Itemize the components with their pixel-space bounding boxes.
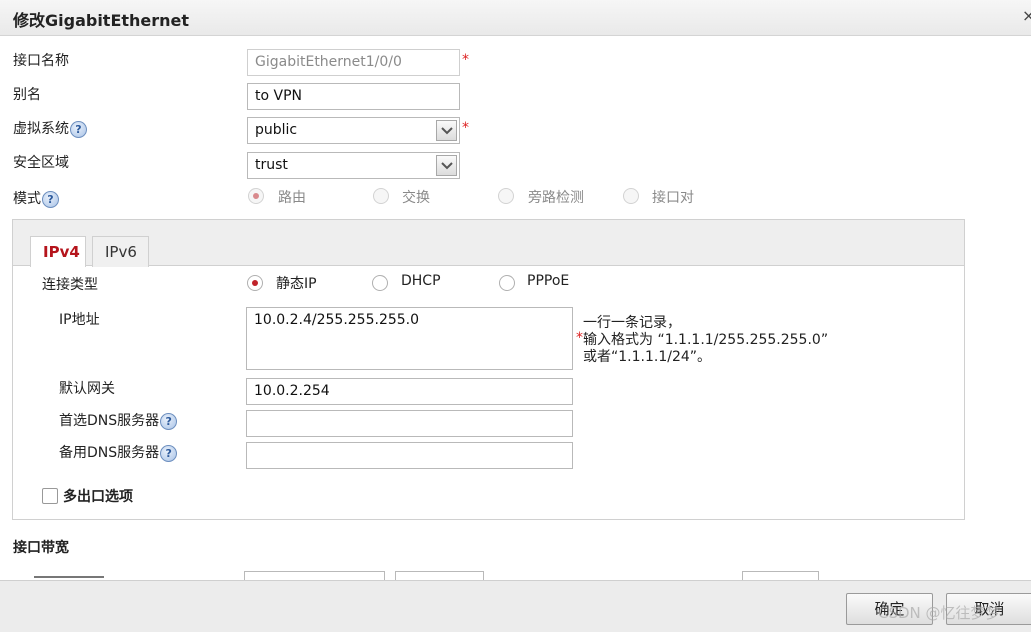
help-icon[interactable]: ?: [70, 120, 87, 138]
zone-select[interactable]: trust: [247, 152, 460, 179]
dialog-body[interactable]: 接口名称 GigabitEthernet1/0/0 * 别名 to VPN 虚拟…: [0, 37, 1031, 580]
dns1-input[interactable]: [246, 410, 573, 437]
ip-settings-panel: IPv4 IPv6 连接类型 静态IP DHCP PPPoE IP地址 10.0…: [12, 219, 965, 520]
chevron-down-icon[interactable]: [436, 155, 457, 176]
help-icon[interactable]: ?: [160, 444, 178, 462]
interface-name-label: 接口名称: [13, 53, 69, 69]
mode-option-switch: 交换: [402, 190, 430, 206]
dns1-label-text: 首选DNS服务器: [59, 413, 160, 429]
ip-hint-line1: 一行一条记录，: [583, 315, 681, 331]
zone-select-value: trust: [255, 157, 288, 173]
zone-label: 安全区域: [13, 155, 69, 171]
conn-option-pppoe[interactable]: PPPoE: [527, 273, 569, 289]
dialog-footer: 确定 取消: [0, 580, 1031, 632]
required-mark: *: [462, 52, 469, 68]
close-icon[interactable]: ×: [1022, 6, 1031, 25]
mode-label-text: 模式: [13, 191, 41, 207]
tab-ipv4[interactable]: IPv4: [30, 236, 86, 267]
vsys-select-value: public: [255, 122, 298, 138]
watermark: CSDN @忆往梦梦: [878, 604, 1001, 622]
tab-ipv6[interactable]: IPv6: [92, 236, 149, 267]
conn-radio-pppoe[interactable]: [499, 275, 515, 291]
vsys-label-text: 虚拟系统: [13, 121, 69, 137]
bandwidth-input-clipped[interactable]: [244, 571, 385, 580]
ip-hint-line2: 输入格式为 “1.1.1.1/255.255.255.0”: [583, 332, 829, 348]
multi-exit-label[interactable]: 多出口选项: [63, 486, 133, 506]
tab-bar: [13, 220, 964, 266]
bandwidth-extra-input-clipped[interactable]: [742, 571, 819, 580]
dialog-titlebar: 修改GigabitEthernet ×: [0, 0, 1031, 36]
required-mark: *: [576, 330, 583, 346]
gateway-label: 默认网关: [59, 381, 115, 397]
bandwidth-unit-select-clipped[interactable]: [395, 571, 484, 580]
alias-label: 别名: [13, 87, 41, 103]
alias-input[interactable]: to VPN: [247, 83, 460, 110]
ip-address-textarea[interactable]: 10.0.2.4/255.255.255.0: [246, 307, 573, 370]
bandwidth-row-label-clipped: [34, 573, 104, 580]
mode-option-route: 路由: [278, 190, 306, 206]
conn-option-dhcp[interactable]: DHCP: [401, 273, 441, 289]
help-icon[interactable]: ?: [42, 190, 59, 208]
mode-radio-bypass: [498, 188, 514, 204]
mode-radio-switch: [373, 188, 389, 204]
conn-type-label: 连接类型: [42, 277, 98, 293]
ip-address-label: IP地址: [59, 312, 100, 328]
multi-exit-checkbox[interactable]: [42, 488, 58, 504]
mode-option-pair: 接口对: [652, 190, 694, 206]
mode-option-bypass: 旁路检测: [528, 190, 584, 206]
dns2-label-text: 备用DNS服务器: [59, 445, 160, 461]
conn-radio-dhcp[interactable]: [372, 275, 388, 291]
chevron-down-icon[interactable]: [436, 120, 457, 141]
interface-name-field: GigabitEthernet1/0/0: [247, 49, 460, 76]
dialog-title: 修改GigabitEthernet: [13, 11, 190, 30]
mode-radio-route: [248, 188, 264, 204]
dns2-label: 备用DNS服务器?: [59, 442, 178, 462]
ip-hint-line3: 或者“1.1.1.1/24”。: [583, 349, 712, 365]
mode-radio-pair: [623, 188, 639, 204]
gateway-input[interactable]: 10.0.2.254: [246, 378, 573, 405]
conn-radio-static[interactable]: [247, 275, 263, 291]
vsys-label: 虚拟系统?: [13, 118, 87, 138]
required-mark: *: [462, 120, 469, 136]
conn-option-static[interactable]: 静态IP: [276, 273, 317, 293]
dns1-label: 首选DNS服务器?: [59, 410, 178, 430]
mode-label: 模式?: [13, 188, 59, 208]
dns2-input[interactable]: [246, 442, 573, 469]
help-icon[interactable]: ?: [160, 412, 178, 430]
vsys-select[interactable]: public: [247, 117, 460, 144]
bandwidth-section-title: 接口带宽: [13, 540, 69, 556]
